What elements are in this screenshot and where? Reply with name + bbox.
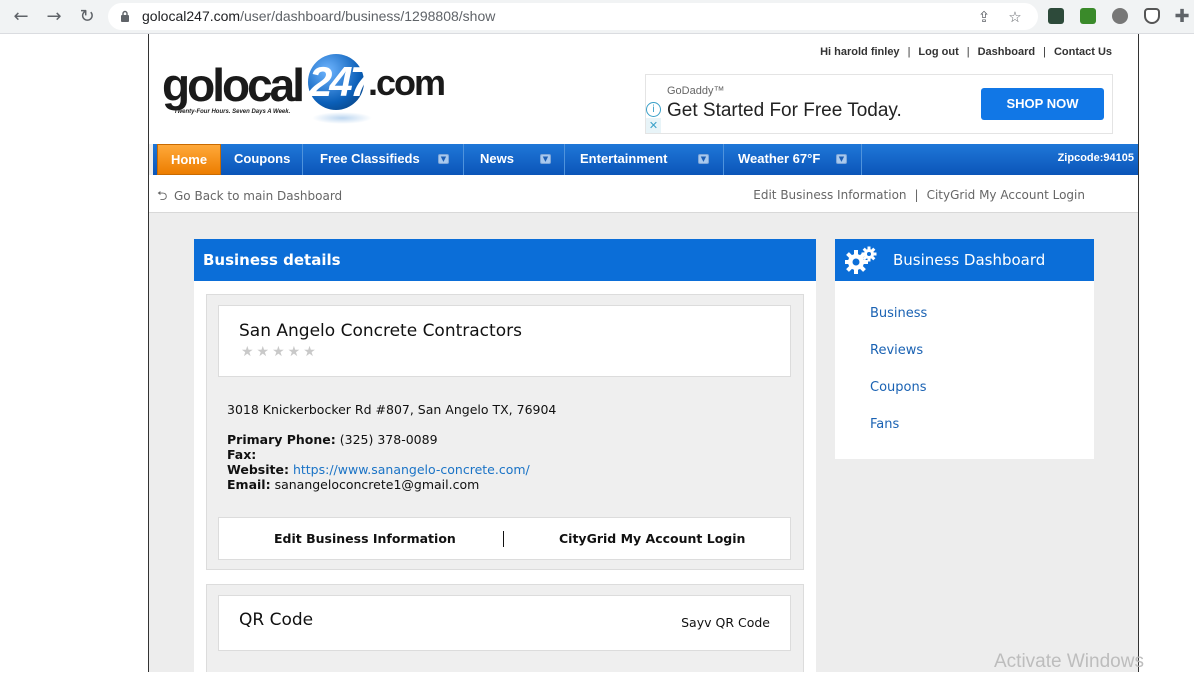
citygrid-login-button[interactable]: CityGrid My Account Login: [559, 531, 745, 546]
forward-arrow-icon[interactable]: →: [42, 5, 66, 29]
advertisement-banner[interactable]: i ✕ GoDaddy™ Get Started For Free Today.…: [645, 74, 1113, 134]
nav-coupons[interactable]: Coupons: [234, 144, 290, 175]
ad-close-icon[interactable]: ✕: [646, 118, 661, 133]
qr-code-card: QR Code Sayv QR Code: [218, 595, 791, 651]
dashboard-link-business[interactable]: Business: [870, 306, 927, 321]
nav-separator: [463, 144, 464, 175]
email-row: Email: sanangeloconcrete1@gmail.com: [227, 477, 479, 492]
chevron-down-icon[interactable]: ▼: [698, 154, 709, 164]
chevron-down-icon[interactable]: ▼: [438, 154, 449, 164]
action-divider: [503, 531, 504, 547]
dashboard-link-fans[interactable]: Fans: [870, 417, 899, 432]
contact-us-link[interactable]: Contact Us: [1054, 46, 1112, 58]
lock-icon: [121, 10, 129, 22]
extension-icon-3[interactable]: [1112, 8, 1128, 24]
star-rating: ★★★★★: [241, 344, 319, 360]
back-link-label: Go Back to main Dashboard: [174, 189, 343, 203]
share-icon[interactable]: ⇪: [976, 9, 992, 25]
email-value: sanangeloconcrete1@gmail.com: [274, 477, 480, 492]
address-bar[interactable]: golocal247.com/user/dashboard/business/1…: [108, 3, 1038, 30]
return-arrow-icon: ⮌: [157, 189, 168, 204]
chevron-down-icon[interactable]: ▼: [540, 154, 551, 164]
business-dashboard-title: Business Dashboard: [893, 251, 1046, 269]
business-actions: Edit Business Information CityGrid My Ac…: [218, 517, 791, 560]
site-container: golocal 247 .com Twenty-Four Hours. Seve…: [148, 34, 1139, 672]
edit-business-button[interactable]: Edit Business Information: [274, 531, 456, 546]
business-name-card: San Angelo Concrete Contractors ★★★★★: [218, 305, 791, 377]
ad-headline: Get Started For Free Today.: [667, 100, 902, 121]
ad-info-icon[interactable]: i: [646, 102, 661, 117]
logo-reflection: [312, 112, 372, 124]
business-dashboard-heading: Business Dashboard: [835, 239, 1094, 281]
nav-weather[interactable]: Weather 67°F: [738, 144, 820, 175]
back-to-dashboard-link[interactable]: ⮌ Go Back to main Dashboard: [157, 187, 342, 209]
zipcode-display[interactable]: Zipcode:94105: [1058, 144, 1134, 175]
business-info-box: San Angelo Concrete Contractors ★★★★★ 30…: [206, 294, 804, 570]
phone-value: (325) 378-0089: [339, 432, 438, 447]
extension-icon-1[interactable]: [1048, 8, 1064, 24]
site-logo[interactable]: golocal 247 .com Twenty-Four Hours. Seve…: [162, 52, 472, 127]
bookmark-star-icon[interactable]: ☆: [1007, 9, 1023, 25]
ad-shop-now-button[interactable]: SHOP NOW: [981, 88, 1104, 120]
dashboard-link-coupons[interactable]: Coupons: [870, 380, 927, 395]
website-row: Website: https://www.sanangelo-concrete.…: [227, 462, 530, 477]
back-arrow-icon[interactable]: ←: [9, 5, 33, 29]
sub-navigation: ⮌ Go Back to main Dashboard Edit Business…: [149, 175, 1138, 213]
sub-links: Edit Business Information | CityGrid My Ac…: [753, 188, 1085, 202]
qr-code-box: QR Code Sayv QR Code: [206, 584, 804, 672]
extension-icon-2[interactable]: [1080, 8, 1096, 24]
gears-icon: [845, 246, 877, 274]
business-address: 3018 Knickerbocker Rd #807, San Angelo T…: [227, 402, 557, 417]
nav-separator: [564, 144, 565, 175]
phone-label: Primary Phone:: [227, 432, 336, 447]
nav-entertainment[interactable]: Entertainment: [580, 144, 667, 175]
nav-news[interactable]: News: [480, 144, 514, 175]
url-host: golocal247.com: [142, 8, 241, 24]
business-dashboard-menu: Business Reviews Coupons Fans: [835, 281, 1094, 459]
logo-text-com: .com: [368, 62, 446, 103]
fax-row: Fax:: [227, 447, 256, 462]
website-label: Website:: [227, 462, 289, 477]
url-text: golocal247.com/user/dashboard/business/1…: [142, 8, 495, 24]
business-details-panel: San Angelo Concrete Contractors ★★★★★ 30…: [194, 281, 816, 672]
nav-separator: [723, 144, 724, 175]
business-details-heading: Business details: [194, 239, 816, 281]
edit-business-link[interactable]: Edit Business Information: [753, 188, 906, 202]
citygrid-login-link[interactable]: CityGrid My Account Login: [927, 188, 1085, 202]
main-nav: Home Coupons Free Classifieds ▼ News ▼ E…: [153, 144, 1138, 175]
reload-icon[interactable]: ↻: [75, 5, 99, 29]
site-header: golocal 247 .com Twenty-Four Hours. Seve…: [149, 34, 1138, 144]
shield-extension-icon[interactable]: [1144, 8, 1160, 24]
url-path: /user/dashboard/business/1298808/show: [240, 8, 496, 24]
nav-separator: [861, 144, 862, 175]
qr-code-title: QR Code: [239, 610, 314, 630]
nav-home[interactable]: Home: [157, 144, 221, 175]
browser-toolbar: ← → ↻ golocal247.com/user/dashboard/busi…: [0, 0, 1194, 34]
logo-text-golocal: golocal: [162, 59, 305, 111]
windows-activation-watermark: Activate Windows: [994, 651, 1144, 672]
ad-brand: GoDaddy™: [667, 85, 725, 97]
chevron-down-icon[interactable]: ▼: [836, 154, 847, 164]
dashboard-link[interactable]: Dashboard: [978, 46, 1035, 58]
fax-label: Fax:: [227, 447, 257, 462]
email-label: Email:: [227, 477, 271, 492]
website-link[interactable]: https://www.sanangelo-concrete.com/: [293, 462, 530, 477]
nav-free-classifieds[interactable]: Free Classifieds: [320, 144, 420, 175]
logo-text-247: 247: [309, 58, 373, 105]
nav-separator: [302, 144, 303, 175]
save-qr-code-link[interactable]: Sayv QR Code: [681, 615, 770, 630]
dashboard-link-reviews[interactable]: Reviews: [870, 343, 923, 358]
logout-link[interactable]: Log out: [918, 46, 958, 58]
user-greeting: Hi harold finley: [820, 46, 900, 58]
puzzle-extensions-icon[interactable]: ✚: [1170, 5, 1194, 29]
primary-phone-row: Primary Phone: (325) 378-0089: [227, 432, 438, 447]
logo-tagline: Twenty-Four Hours. Seven Days A Week.: [174, 109, 291, 115]
business-name: San Angelo Concrete Contractors: [239, 321, 522, 341]
top-links: Hi harold finley | Log out | Dashboard | Conta…: [820, 46, 1112, 58]
